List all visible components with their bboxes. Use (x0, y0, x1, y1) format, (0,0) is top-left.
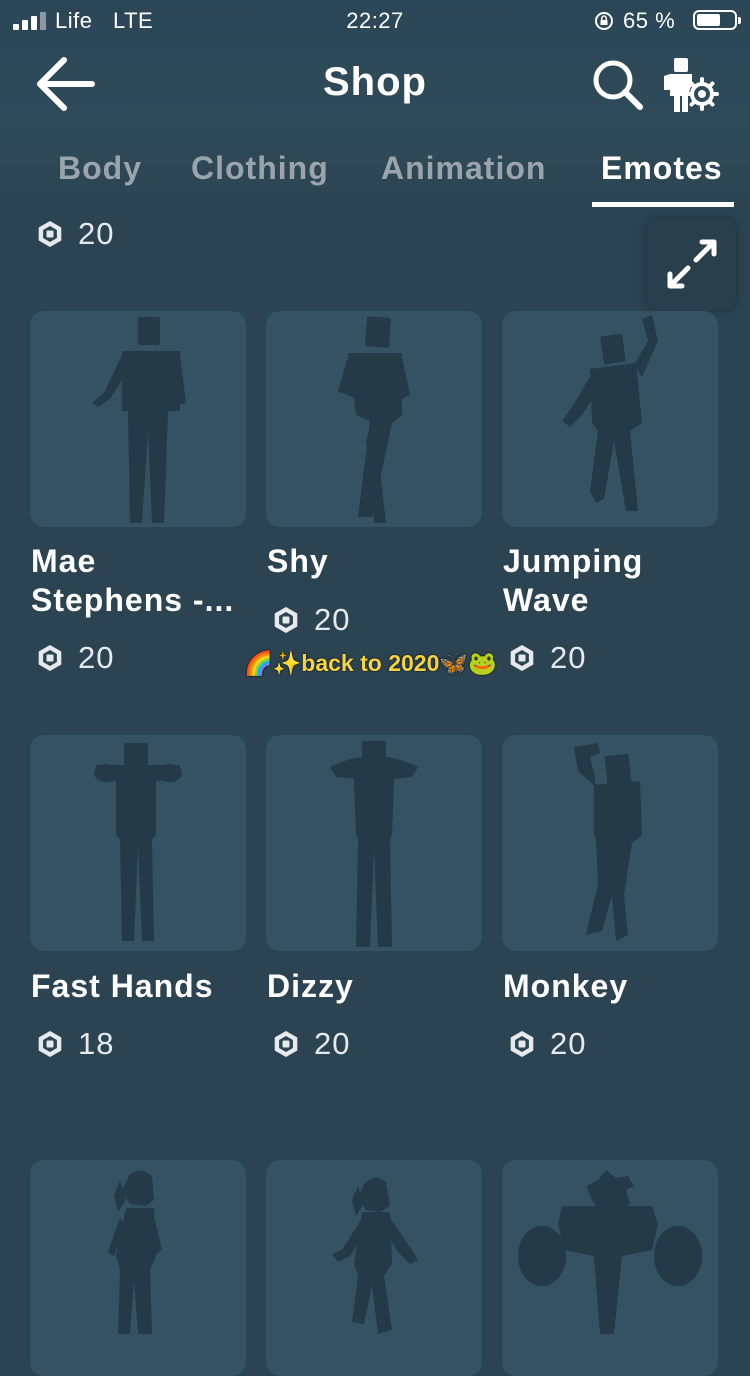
item-card-jumping-wave[interactable] (502, 311, 718, 527)
item-card[interactable] (30, 1160, 246, 1376)
item-card[interactable] (266, 1160, 482, 1376)
robux-icon (38, 221, 62, 247)
emote-preview-image (94, 743, 182, 941)
status-bar: Life LTE 22:27 65 % (0, 0, 750, 42)
item-price-value: 20 (78, 216, 115, 251)
tab-emotes[interactable]: Emotes (601, 150, 723, 187)
item-card[interactable] (502, 1160, 718, 1376)
item-price: 20 (36, 216, 114, 252)
overlay-caption: 🌈✨back to 2020🦋🐸 (244, 650, 497, 676)
active-tab-indicator (592, 202, 734, 207)
item-card-fast-hands[interactable] (30, 735, 246, 951)
item-name[interactable]: Shy (267, 542, 492, 581)
search-button[interactable] (590, 57, 646, 113)
emote-preview-image (562, 315, 658, 511)
item-price: 20 (272, 602, 350, 638)
item-name[interactable]: Jumping Wave (503, 542, 728, 620)
item-card-shy[interactable] (266, 311, 482, 527)
robux-icon (274, 607, 298, 633)
item-price-value: 18 (78, 1026, 115, 1061)
emote-preview-image (518, 1170, 702, 1334)
avatar-settings-icon (664, 58, 719, 112)
robux-icon (510, 645, 534, 671)
emote-preview-image (92, 317, 186, 523)
item-card-monkey[interactable] (502, 735, 718, 951)
robux-icon (510, 1031, 534, 1057)
expand-button[interactable] (646, 218, 736, 310)
item-price: 20 (272, 1026, 350, 1062)
emote-preview-image (574, 743, 642, 941)
expand-icon (667, 239, 717, 289)
robux-icon (38, 645, 62, 671)
battery-icon (693, 10, 741, 30)
item-price-value: 20 (78, 640, 115, 675)
item-price: 18 (36, 1026, 114, 1062)
emote-preview-image (108, 1170, 162, 1334)
category-tabs: Body Clothing Animation Emotes (0, 146, 750, 208)
item-price: 20 (508, 1026, 586, 1062)
item-price-value: 20 (314, 1026, 351, 1061)
item-price-value: 20 (314, 602, 351, 637)
emote-preview-image (332, 1177, 418, 1334)
tab-clothing[interactable]: Clothing (191, 150, 329, 187)
item-price: 20 (36, 640, 114, 676)
item-card-dizzy[interactable] (266, 735, 482, 951)
avatar-settings-button[interactable] (660, 56, 720, 114)
item-price-value: 20 (550, 1026, 587, 1061)
item-name[interactable]: Dizzy (267, 967, 492, 1006)
item-price: 20 (508, 640, 586, 676)
tab-body[interactable]: Body (58, 150, 142, 187)
rotation-lock-icon (595, 12, 613, 30)
robux-icon (274, 1031, 298, 1057)
item-name[interactable]: Fast Hands (31, 967, 256, 1006)
tab-animation[interactable]: Animation (381, 150, 546, 187)
search-icon (593, 60, 643, 110)
robux-icon (38, 1031, 62, 1057)
item-name[interactable]: Mae Stephens -... (31, 542, 256, 620)
item-card-mae-stephens[interactable] (30, 311, 246, 527)
battery-percent: 65 % (623, 8, 676, 33)
emote-preview-image (330, 741, 418, 947)
item-name[interactable]: Monkey (503, 967, 728, 1006)
item-price-value: 20 (550, 640, 587, 675)
emote-preview-image (338, 316, 410, 523)
